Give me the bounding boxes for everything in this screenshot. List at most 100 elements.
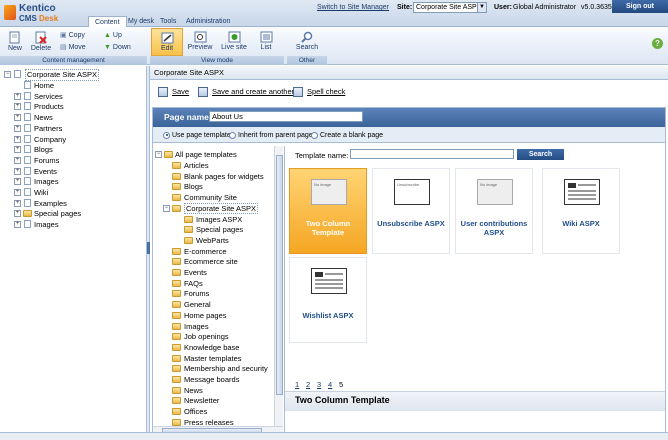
category-vertical-scrollbar[interactable] bbox=[274, 146, 283, 426]
radio-use-page-template[interactable]: Use page template bbox=[163, 131, 231, 140]
product-prefix: CMS bbox=[19, 14, 37, 23]
bottom-strip bbox=[0, 432, 668, 440]
category-label: Articles bbox=[184, 161, 209, 170]
template-title: Two Column Template bbox=[305, 219, 351, 237]
save-and-create-another-button[interactable]: Save and create another bbox=[198, 87, 295, 98]
pager-page[interactable]: 2 bbox=[306, 380, 310, 389]
category-label: FAQs bbox=[184, 278, 203, 288]
tree-item-label: Blogs bbox=[34, 145, 53, 155]
folder-icon bbox=[172, 279, 181, 287]
help-icon[interactable]: ? bbox=[652, 38, 663, 49]
pager-page[interactable]: 3 bbox=[317, 380, 321, 389]
delete-button[interactable]: Delete bbox=[28, 31, 54, 52]
content-tree-panel bbox=[0, 66, 147, 440]
folder-icon bbox=[23, 210, 32, 218]
folder-icon bbox=[184, 226, 193, 234]
expand-icon[interactable]: + bbox=[14, 167, 21, 175]
template-thumbnail bbox=[564, 179, 600, 205]
down-button[interactable]: ▼ Down bbox=[104, 42, 131, 53]
sign-out-button[interactable]: Sign out bbox=[612, 0, 668, 13]
page-icon bbox=[24, 166, 31, 175]
move-button[interactable]: ▤ Move bbox=[60, 42, 86, 53]
expand-icon[interactable]: + bbox=[14, 124, 21, 132]
folder-icon bbox=[172, 247, 181, 255]
tree-item-label: Forums bbox=[34, 155, 60, 165]
save-icon bbox=[158, 87, 168, 98]
spell-check-button[interactable]: Spell check bbox=[293, 87, 345, 98]
up-button[interactable]: ▲ Up bbox=[104, 30, 122, 41]
expand-icon[interactable]: + bbox=[14, 221, 21, 229]
folder-icon bbox=[172, 311, 181, 319]
group-label-other: Other bbox=[287, 56, 327, 65]
tab-administration[interactable]: Administration bbox=[180, 16, 236, 27]
page-name-label: Page name: bbox=[164, 112, 212, 122]
page-icon bbox=[24, 198, 31, 207]
expand-icon[interactable]: + bbox=[14, 146, 21, 154]
page-icon bbox=[24, 102, 31, 111]
copy-button[interactable]: ▣ Copy bbox=[60, 30, 85, 41]
save-and-create-label: Save and create another bbox=[212, 87, 295, 96]
collapse-icon[interactable]: − bbox=[155, 151, 162, 158]
expand-icon[interactable]: + bbox=[14, 199, 21, 207]
tree-item-label: Company bbox=[34, 134, 67, 144]
pager-page[interactable]: 4 bbox=[328, 380, 332, 389]
template-tile[interactable]: No image Two Column Template bbox=[289, 168, 367, 254]
expand-icon[interactable]: + bbox=[14, 103, 21, 111]
new-button[interactable]: New bbox=[4, 31, 26, 52]
radio-inherit-from-parent[interactable]: Inherit from parent page bbox=[229, 131, 313, 140]
page-icon bbox=[24, 145, 31, 154]
page-name-input[interactable] bbox=[209, 111, 363, 122]
radio-dot-icon bbox=[311, 131, 318, 139]
arrow-up-icon: ▲ bbox=[104, 32, 111, 39]
splitter-handle[interactable] bbox=[147, 242, 150, 254]
live-site-icon bbox=[228, 31, 240, 43]
new-label: New bbox=[7, 45, 22, 52]
live-site-button[interactable]: Live site bbox=[218, 31, 250, 51]
template-tile[interactable]: Wiki ASPX bbox=[542, 168, 620, 254]
expand-icon[interactable]: + bbox=[14, 135, 21, 143]
version-label: v5.0.3635 bbox=[581, 4, 612, 11]
category-label: Ecommerce site bbox=[184, 257, 238, 267]
page-icon bbox=[24, 123, 31, 132]
template-tile[interactable]: Unsubscribe Unsubscribe ASPX bbox=[372, 168, 450, 254]
tab-tools[interactable]: Tools bbox=[154, 16, 182, 27]
scrollbar-thumb[interactable] bbox=[276, 155, 283, 395]
folder-icon bbox=[184, 236, 193, 244]
pager-page[interactable]: 1 bbox=[295, 380, 299, 389]
collapse-icon[interactable]: − bbox=[163, 204, 170, 212]
collapse-icon[interactable]: − bbox=[4, 71, 11, 78]
expand-icon[interactable]: + bbox=[14, 178, 21, 186]
expand-icon[interactable]: + bbox=[14, 210, 21, 218]
switch-to-site-manager-link[interactable]: Switch to Site Manager bbox=[317, 4, 389, 11]
radio-dot-icon bbox=[163, 131, 170, 139]
template-tile[interactable]: No image User contributions ASPX bbox=[455, 168, 533, 254]
template-tile[interactable]: Wishlist ASPX bbox=[289, 257, 367, 343]
expand-icon[interactable]: + bbox=[14, 156, 21, 164]
folder-icon bbox=[172, 397, 181, 405]
save-new-icon bbox=[198, 87, 208, 98]
category-label: News bbox=[184, 385, 203, 395]
template-title: User contributions ASPX bbox=[460, 219, 528, 237]
delete-label: Delete bbox=[30, 45, 52, 52]
expand-icon[interactable]: + bbox=[14, 114, 21, 122]
tree-item-label: Images bbox=[34, 177, 59, 187]
expand-icon[interactable]: + bbox=[14, 92, 21, 100]
folder-icon bbox=[172, 354, 181, 362]
save-button[interactable]: Save bbox=[158, 87, 189, 98]
tree-item-label: Events bbox=[34, 166, 57, 176]
panel-splitter[interactable] bbox=[146, 66, 150, 440]
template-thumbnail bbox=[311, 268, 347, 294]
expand-icon[interactable]: + bbox=[14, 189, 21, 196]
radio-create-blank-page[interactable]: Create a blank page bbox=[311, 131, 383, 140]
tab-content[interactable]: Content bbox=[88, 16, 127, 27]
template-name-input[interactable] bbox=[350, 149, 514, 159]
folder-icon bbox=[172, 343, 181, 351]
search-toolbar-button[interactable]: Search bbox=[293, 31, 321, 51]
edit-button[interactable]: Edit bbox=[151, 28, 183, 56]
template-title: Unsubscribe ASPX bbox=[377, 219, 445, 228]
template-search-button[interactable]: Search bbox=[517, 149, 564, 160]
category-label: General bbox=[184, 300, 211, 310]
site-select[interactable]: Corporate Site ASPX ▼ bbox=[413, 2, 487, 13]
list-button[interactable]: List bbox=[255, 31, 277, 51]
preview-button[interactable]: Preview bbox=[186, 31, 214, 51]
